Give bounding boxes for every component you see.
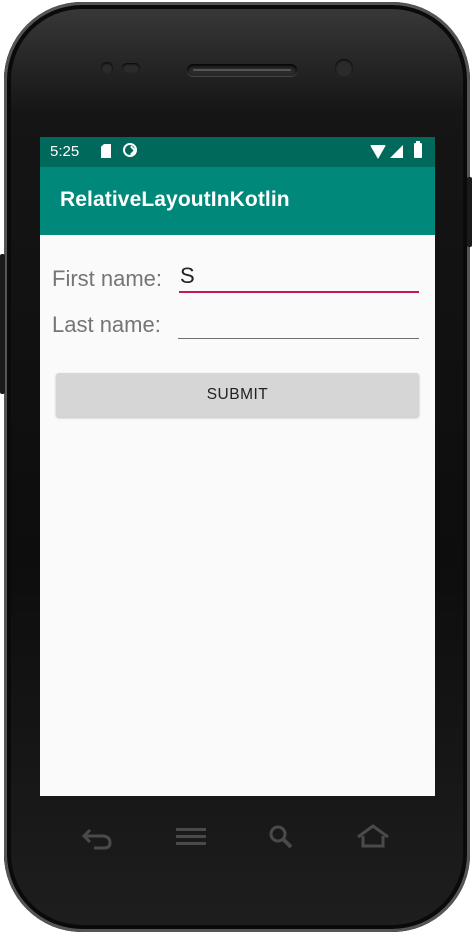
volume-button [0,254,5,394]
app-title: RelativeLayoutInKotlin [60,188,290,211]
home-icon[interactable] [354,822,392,852]
last-name-label: Last name: [52,312,161,337]
wifi-icon [370,145,386,159]
light-sensor [122,63,140,73]
status-time: 5:25 [50,143,80,160]
sync-icon [123,143,137,157]
proximity-sensor [101,62,113,74]
status-bar: 5:25 [40,137,435,167]
first-name-field[interactable]: S [179,263,419,293]
last-name-field[interactable] [178,313,419,339]
back-icon[interactable] [80,822,116,852]
signal-icon [390,145,403,158]
search-icon[interactable] [266,822,298,852]
sd-card-icon [101,144,111,158]
first-name-value: S [180,263,195,288]
earpiece-speaker [187,64,297,76]
menu-icon[interactable] [174,822,208,852]
device-screen: 5:25 RelativeLayoutInKotlin First name: … [40,137,435,796]
app-bar: RelativeLayoutInKotlin [40,167,435,235]
power-button [467,177,472,247]
first-name-label: First name: [52,266,163,291]
submit-button[interactable]: SUBMIT [56,373,419,417]
front-camera [335,59,353,77]
battery-icon [414,141,422,158]
